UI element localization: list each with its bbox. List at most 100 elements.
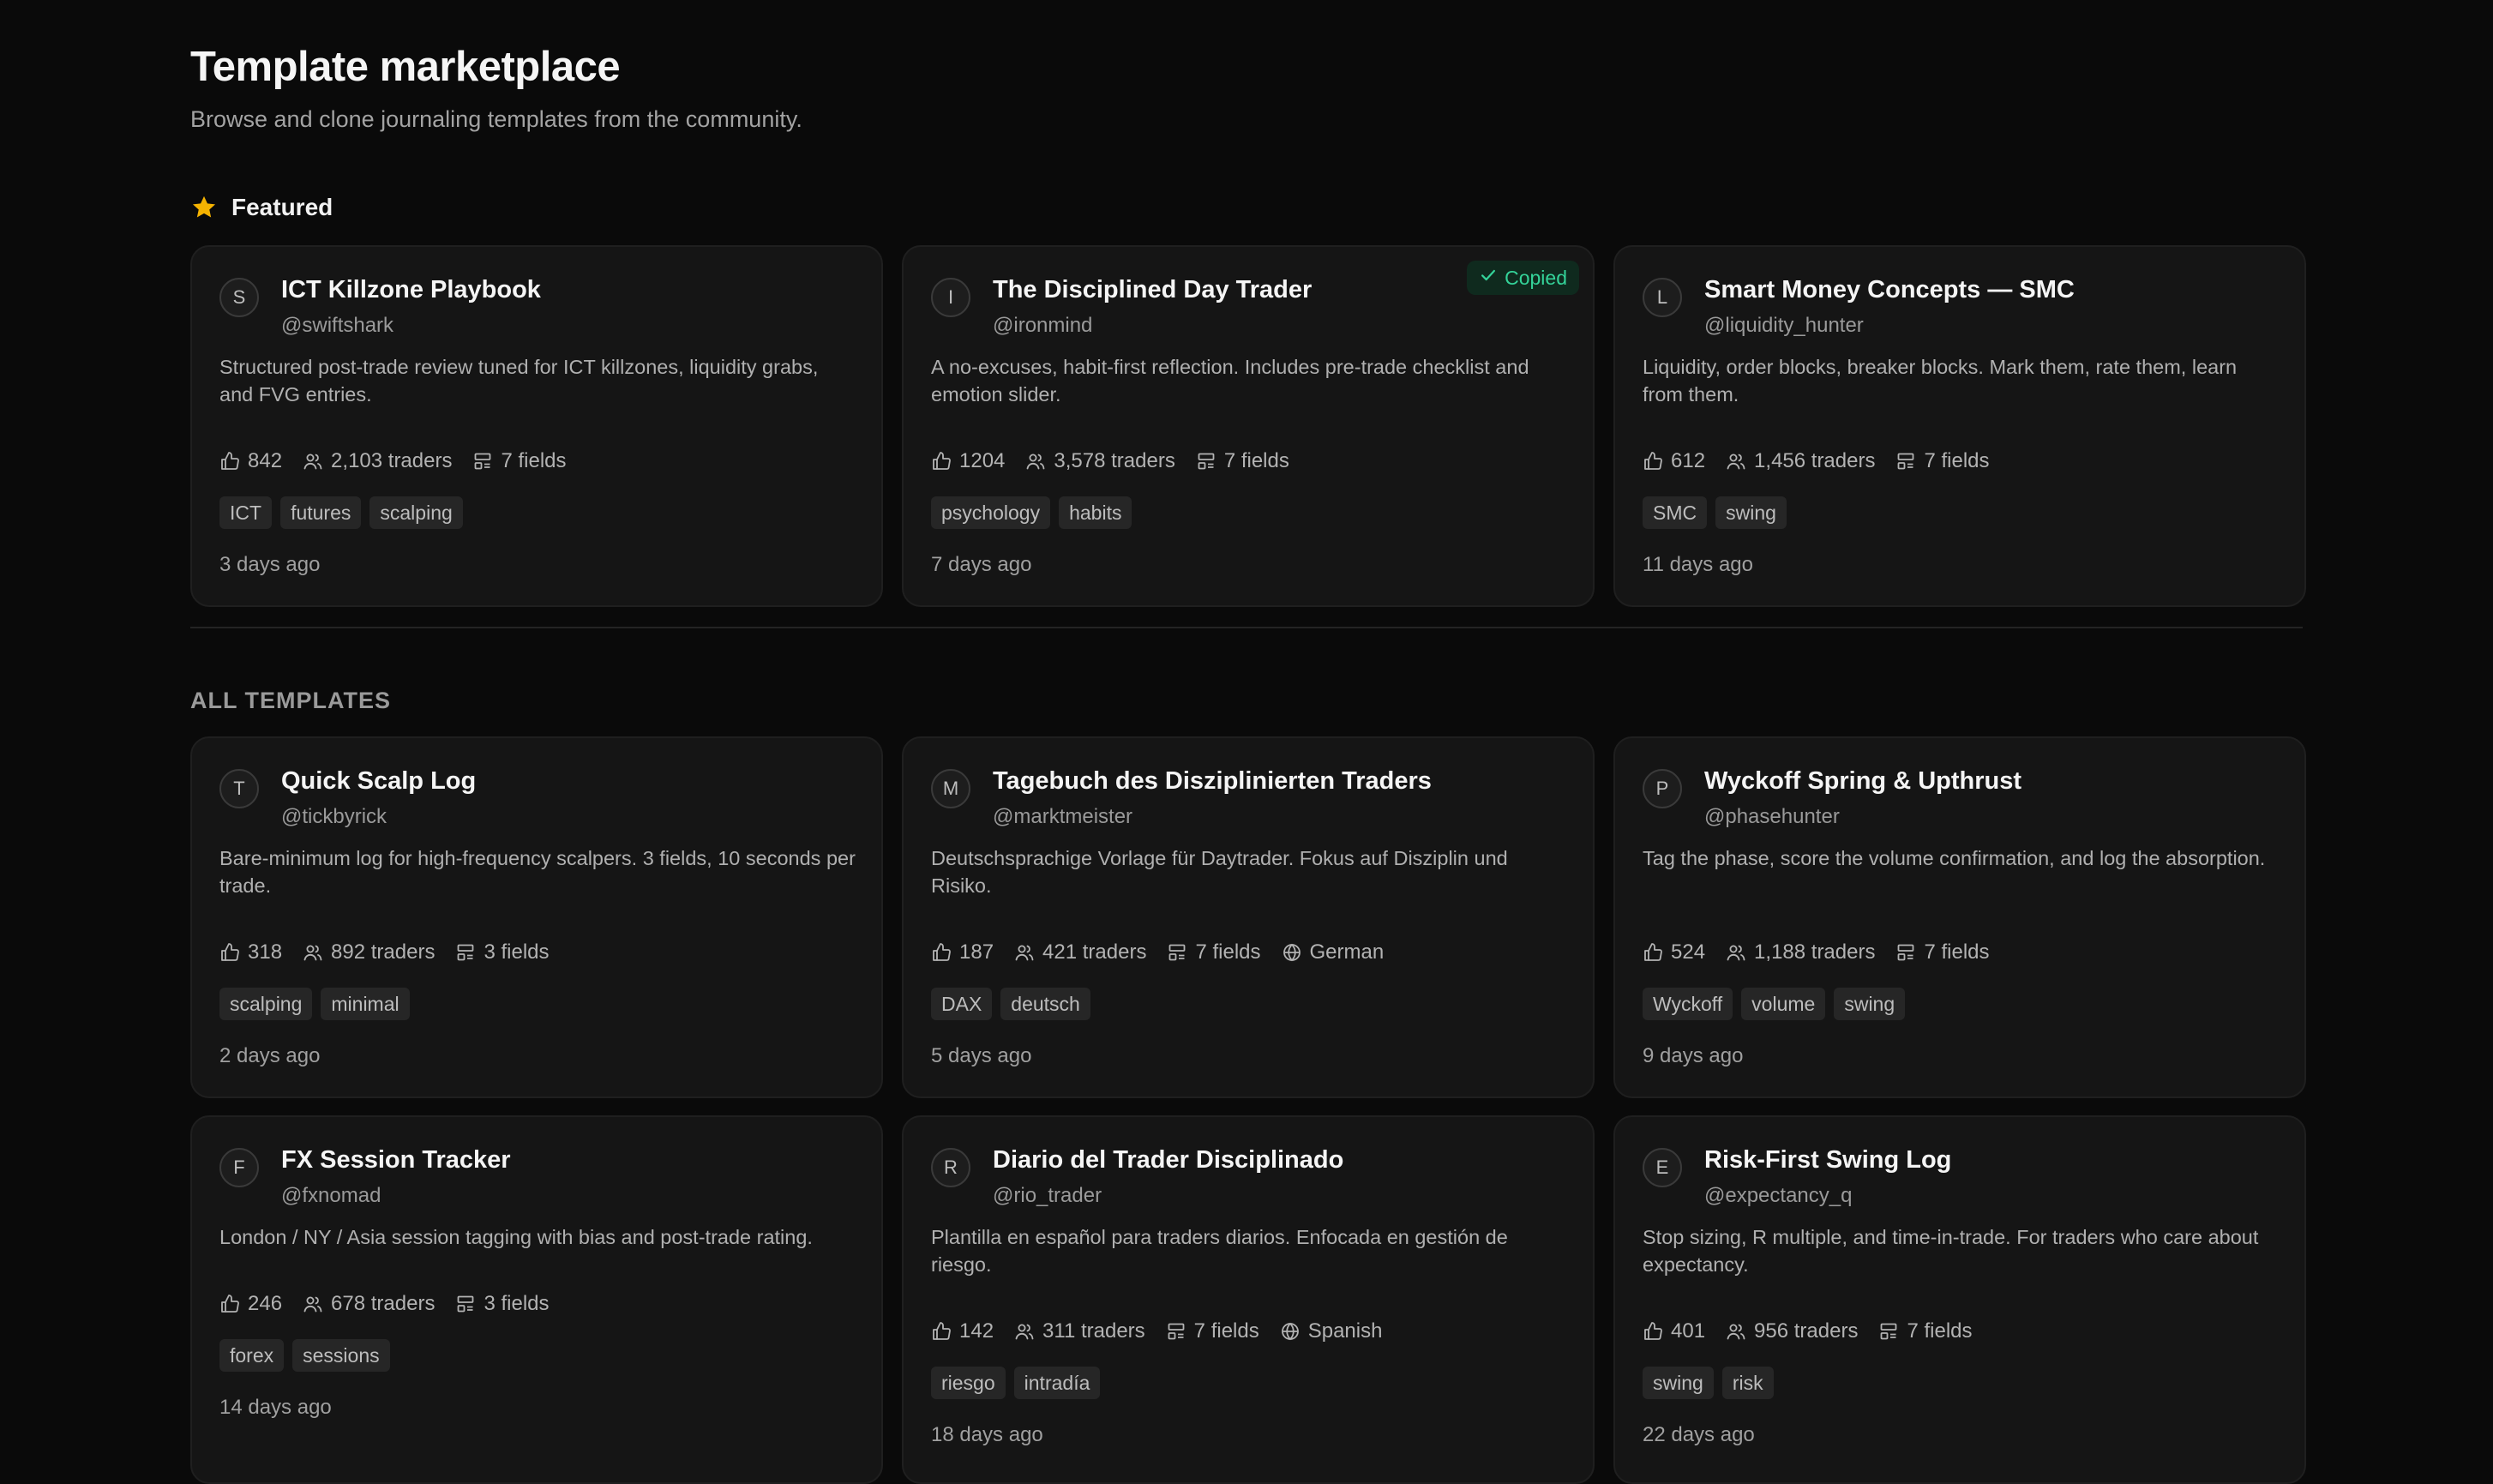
fields-icon — [1895, 451, 1916, 472]
tag[interactable]: habits — [1059, 496, 1132, 529]
avatar: T — [219, 769, 259, 808]
traders-count: 311 traders — [1014, 1319, 1145, 1343]
traders-count: 2,103 traders — [303, 449, 452, 473]
fields-icon — [1166, 1321, 1186, 1342]
avatar: F — [219, 1148, 259, 1187]
featured-section-header: Featured — [190, 194, 333, 221]
tag[interactable]: deutsch — [1000, 988, 1090, 1020]
likes-count: 842 — [219, 449, 282, 473]
template-card[interactable]: P Wyckoff Spring & Upthrust @phasehunter Ta… — [1613, 736, 2306, 1098]
fields-count: 7 fields — [1167, 940, 1261, 964]
updated-time: 18 days ago — [931, 1423, 1043, 1446]
fields-count-text: 7 fields — [1907, 1319, 1973, 1343]
tag[interactable]: intradía — [1013, 1367, 1101, 1399]
likes-count: 187 — [931, 940, 994, 964]
author-handle[interactable]: @marktmeister — [993, 805, 1132, 829]
traders-count: 3,578 traders — [1025, 449, 1175, 473]
template-description: Bare-minimum log for high-frequency scal… — [219, 847, 856, 897]
template-card[interactable]: T Quick Scalp Log @tickbyrick Bare-minimum … — [190, 736, 883, 1098]
tag[interactable]: volume — [1741, 988, 1826, 1020]
template-stats: 842 2,103 traders 7 fields — [219, 449, 567, 473]
avatar: R — [931, 1148, 970, 1187]
template-title[interactable]: Tagebuch des Disziplinierten Traders — [993, 767, 1432, 796]
template-title[interactable]: Risk-First Swing Log — [1704, 1146, 1951, 1175]
template-stats: 524 1,188 traders 7 fields — [1643, 940, 1990, 964]
author-handle[interactable]: @swiftshark — [281, 314, 393, 338]
likes-count-text: 524 — [1671, 940, 1706, 964]
tag-list: psychology habits — [931, 496, 1132, 529]
template-description: London / NY / Asia session tagging with … — [219, 1226, 813, 1248]
template-title[interactable]: ICT Killzone Playbook — [281, 276, 541, 304]
tag[interactable]: swing — [1643, 1367, 1714, 1399]
author-handle[interactable]: @rio_trader — [993, 1184, 1102, 1208]
template-card[interactable]: F FX Session Tracker @fxnomad London / NY /… — [190, 1115, 883, 1484]
author-handle[interactable]: @liquidity_hunter — [1704, 314, 1864, 338]
traders-count: 1,456 traders — [1726, 449, 1875, 473]
likes-count-text: 187 — [959, 940, 994, 964]
fields-count-text: 3 fields — [484, 1292, 550, 1315]
language: Spanish — [1280, 1319, 1383, 1343]
author-handle[interactable]: @phasehunter — [1704, 805, 1840, 829]
template-card[interactable]: L Smart Money Concepts — SMC @liquidity_hu… — [1613, 245, 2306, 607]
users-icon — [1014, 1321, 1035, 1342]
page-title: Template marketplace — [190, 44, 621, 90]
template-title[interactable]: Diario del Trader Disciplinado — [993, 1146, 1343, 1175]
template-description: Structured post-trade review tuned for I… — [219, 356, 819, 406]
tag[interactable]: riesgo — [931, 1367, 1006, 1399]
users-icon — [1726, 1321, 1746, 1342]
tag[interactable]: minimal — [321, 988, 410, 1020]
template-description: Stop sizing, R multiple, and time-in-tra… — [1643, 1226, 2259, 1276]
language-text: Spanish — [1307, 1319, 1383, 1343]
template-card[interactable]: M Tagebuch des Disziplinierten Traders @ma… — [902, 736, 1595, 1098]
tag[interactable]: DAX — [931, 988, 993, 1020]
traders-count-text: 421 traders — [1042, 940, 1147, 964]
template-card[interactable]: I The Disciplined Day Trader @ironmind A no… — [902, 245, 1595, 607]
updated-time: 3 days ago — [219, 553, 321, 576]
tag[interactable]: scalping — [369, 496, 463, 529]
fields-icon — [455, 942, 476, 963]
template-title[interactable]: Smart Money Concepts — SMC — [1704, 276, 2075, 304]
template-title[interactable]: Quick Scalp Log — [281, 767, 476, 796]
fields-count: 7 fields — [1895, 449, 1990, 473]
thumbs-up-icon — [1643, 942, 1663, 963]
template-stats: 401 956 traders 7 fields — [1643, 1319, 1973, 1343]
template-stats: 318 892 traders 3 fields — [219, 940, 550, 964]
tag[interactable]: ICT — [219, 496, 273, 529]
template-title[interactable]: The Disciplined Day Trader — [993, 276, 1312, 304]
tag-list: swing risk — [1643, 1367, 1774, 1399]
avatar: S — [219, 278, 259, 317]
template-card[interactable]: R Diario del Trader Disciplinado @rio_trad… — [902, 1115, 1595, 1484]
tag[interactable]: psychology — [931, 496, 1051, 529]
tag[interactable]: forex — [219, 1339, 285, 1372]
users-icon — [303, 942, 323, 963]
tag-list: Wyckoff volume swing — [1643, 988, 1906, 1020]
traders-count-text: 1,456 traders — [1754, 449, 1876, 472]
template-card[interactable]: S ICT Killzone Playbook @swiftshark Structu… — [190, 245, 883, 607]
thumbs-up-icon — [219, 942, 240, 963]
tag[interactable]: swing — [1715, 496, 1787, 529]
tag[interactable]: SMC — [1643, 496, 1708, 529]
tag[interactable]: swing — [1834, 988, 1906, 1020]
template-stats: 246 678 traders 3 fields — [219, 1292, 550, 1316]
tag[interactable]: scalping — [219, 988, 313, 1020]
tag[interactable]: risk — [1721, 1367, 1774, 1399]
likes-count: 524 — [1643, 940, 1705, 964]
tag[interactable]: futures — [280, 496, 362, 529]
author-handle[interactable]: @expectancy_q — [1704, 1184, 1852, 1208]
author-handle[interactable]: @tickbyrick — [281, 805, 387, 829]
tag[interactable]: Wyckoff — [1643, 988, 1733, 1020]
author-handle[interactable]: @ironmind — [993, 314, 1092, 338]
template-title[interactable]: Wyckoff Spring & Upthrust — [1704, 767, 2021, 796]
template-card[interactable]: E Risk-First Swing Log @expectancy_q Stop s… — [1613, 1115, 2306, 1484]
tag-list: SMC swing — [1643, 496, 1787, 529]
section-divider — [190, 627, 2303, 628]
likes-count: 401 — [1643, 1319, 1705, 1343]
avatar: P — [1643, 769, 1682, 808]
template-title[interactable]: FX Session Tracker — [281, 1146, 511, 1175]
updated-time: 2 days ago — [219, 1044, 321, 1067]
author-handle[interactable]: @fxnomad — [281, 1184, 381, 1208]
fields-icon — [1196, 451, 1216, 472]
fields-count-text: 7 fields — [1924, 449, 1990, 472]
fields-count: 7 fields — [1878, 1319, 1973, 1343]
tag[interactable]: sessions — [292, 1339, 390, 1372]
